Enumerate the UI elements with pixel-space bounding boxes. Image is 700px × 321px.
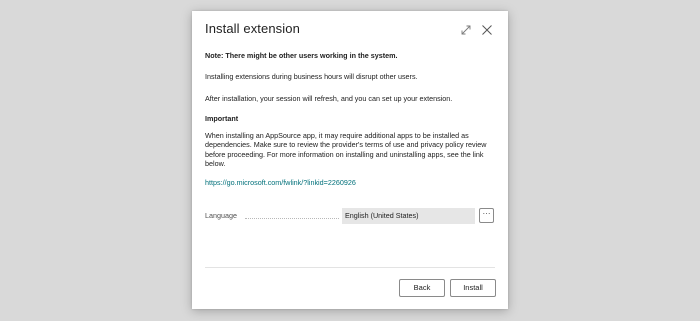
refresh-text: After installation, your session will re…: [205, 94, 453, 103]
important-heading: Important: [205, 114, 239, 123]
dialog-title: Install extension: [205, 21, 300, 36]
expand-icon[interactable]: [460, 23, 472, 35]
close-icon[interactable]: [481, 23, 493, 35]
language-field: Language English (United States) ···: [205, 208, 495, 225]
dependencies-text: When installing an AppSource app, it may…: [205, 131, 487, 169]
language-select[interactable]: English (United States): [342, 208, 475, 224]
back-button[interactable]: Back: [399, 279, 445, 297]
install-button[interactable]: Install: [450, 279, 496, 297]
language-lookup-button[interactable]: ···: [479, 208, 494, 223]
note-text: Note: There might be other users working…: [205, 51, 398, 60]
disruption-text: Installing extensions during business ho…: [205, 72, 418, 81]
field-leader-dots: [245, 218, 339, 219]
language-label: Language: [205, 211, 237, 220]
footer-divider: [205, 267, 495, 268]
info-link[interactable]: https://go.microsoft.com/fwlink/?linkid=…: [205, 178, 356, 187]
install-extension-dialog: Install extension Note: There might be o…: [192, 11, 508, 309]
